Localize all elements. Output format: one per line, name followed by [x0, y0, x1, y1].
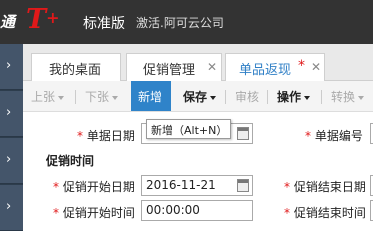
doc-date-label: * 单据日期 — [77, 129, 135, 143]
edition-label: 标准版 — [83, 16, 125, 32]
tab-label: 单品返现 — [239, 63, 292, 78]
product-logo: T+ — [26, 4, 60, 35]
audit-button[interactable]: 审核 — [235, 88, 259, 105]
chevron-down-icon — [304, 95, 311, 100]
brand-prefix: 通 — [0, 13, 16, 31]
close-icon[interactable]: ✕ — [311, 60, 321, 74]
chevron-right-icon: › — [6, 199, 12, 214]
start-time-label: * 促销开始时间 — [53, 206, 135, 220]
start-time-field[interactable]: 00:00:00 — [141, 200, 253, 221]
divider — [321, 90, 322, 104]
end-time-label: * 促销结束时间 — [284, 206, 366, 220]
start-date-label: * 促销开始日期 — [53, 180, 135, 194]
section-title: 促销时间 — [46, 154, 95, 168]
start-time-value: 00:00:00 — [146, 203, 200, 217]
chevron-right-icon: › — [6, 152, 12, 167]
operations-button[interactable]: 操作 — [277, 88, 311, 105]
tab-my-desktop[interactable]: 我的桌面 — [31, 53, 121, 81]
divider — [225, 90, 226, 104]
new-button-tooltip: 新增（Alt+N） — [146, 119, 231, 139]
tab-label: 我的桌面 — [49, 63, 102, 78]
divider — [75, 90, 76, 104]
calendar-icon[interactable] — [237, 127, 249, 140]
chevron-right-icon: › — [6, 105, 12, 120]
chevron-down-icon — [358, 95, 365, 100]
new-button-label: 新增 — [138, 90, 163, 104]
end-date-label: * 促销结束日期 — [284, 180, 366, 194]
company-name[interactable]: 激活.阿可云公司 — [136, 14, 224, 31]
prev-button[interactable]: 上张 — [31, 88, 65, 105]
sidebar-item[interactable]: › — [0, 91, 23, 137]
convert-button[interactable]: 转换 — [331, 88, 365, 105]
sidebar-item[interactable]: › — [0, 44, 23, 90]
start-date-value: 2016-11-21 — [146, 178, 216, 192]
new-button[interactable]: 新增 — [131, 81, 171, 111]
doc-number-label: * 单据编号 — [305, 129, 363, 143]
calendar-icon[interactable] — [237, 179, 249, 192]
sidebar: › › › › — [0, 44, 23, 231]
tab-single-product-cashback[interactable]: 单品返现 * ✕ — [225, 53, 325, 81]
chevron-down-icon — [210, 95, 217, 100]
sidebar-item[interactable]: › — [0, 138, 23, 184]
next-button[interactable]: 下张 — [85, 88, 119, 105]
chevron-right-icon: › — [6, 58, 12, 73]
start-date-field[interactable]: 2016-11-21 — [141, 175, 253, 196]
close-icon[interactable]: ✕ — [207, 60, 217, 74]
chevron-down-icon — [112, 95, 119, 100]
app-header: 通 T+ 标准版 激活.阿可云公司 — [0, 0, 373, 44]
toolbar: 上张 下张 新增 保存 审核 操作 转换 — [23, 81, 373, 112]
divider — [267, 90, 268, 104]
tab-label: 促销管理 — [143, 63, 196, 78]
tab-promotion-management[interactable]: 促销管理 ✕ — [126, 53, 222, 81]
modified-indicator: * — [298, 58, 305, 74]
save-button[interactable]: 保存 — [183, 88, 217, 105]
chevron-down-icon — [58, 95, 65, 100]
tab-bar: 我的桌面 促销管理 ✕ 单品返现 * ✕ — [23, 44, 373, 81]
sidebar-item[interactable]: › — [0, 185, 23, 231]
